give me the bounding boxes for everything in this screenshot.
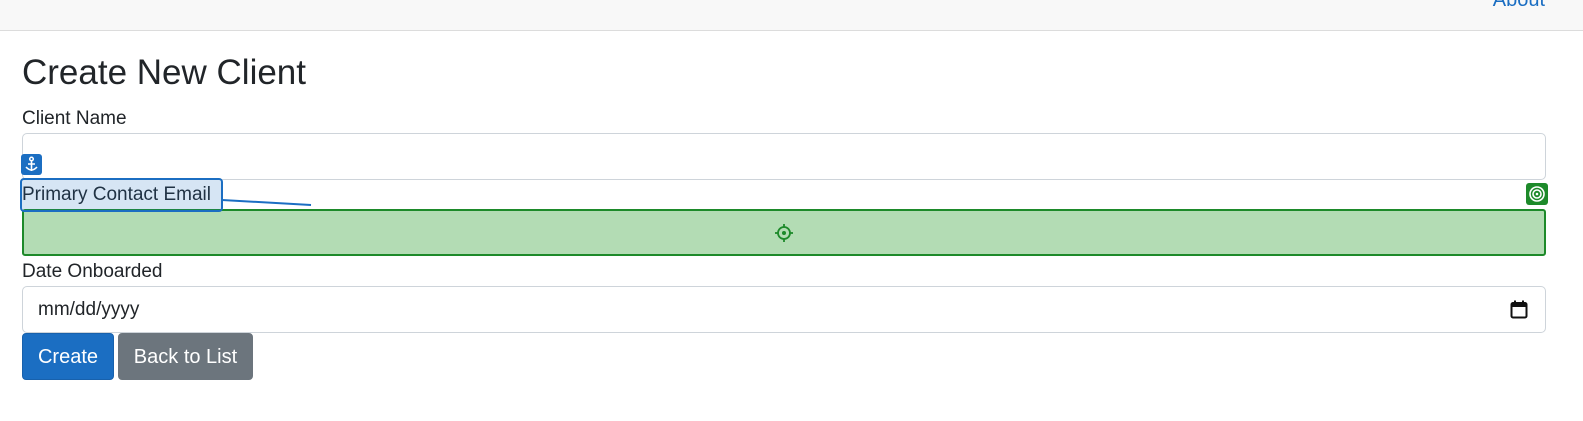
date-onboarded-input[interactable]: mm/dd/yyyy <box>22 286 1546 333</box>
calendar-icon[interactable] <box>1510 300 1528 319</box>
top-navbar: About <box>0 0 1583 31</box>
date-placeholder: mm/dd/yyyy <box>38 299 140 320</box>
page-title: Create New Client <box>22 53 306 92</box>
client-name-label: Client Name <box>22 108 127 129</box>
target-icon <box>1526 183 1548 205</box>
nav-about-link[interactable]: About <box>1493 0 1545 12</box>
label-highlight-box <box>20 178 223 212</box>
crosshair-icon <box>775 224 793 242</box>
back-to-list-button[interactable]: Back to List <box>118 333 253 380</box>
date-onboarded-label: Date Onboarded <box>22 261 163 282</box>
anchor-icon <box>21 154 42 175</box>
client-name-input[interactable] <box>22 133 1546 180</box>
create-button[interactable]: Create <box>22 333 114 380</box>
